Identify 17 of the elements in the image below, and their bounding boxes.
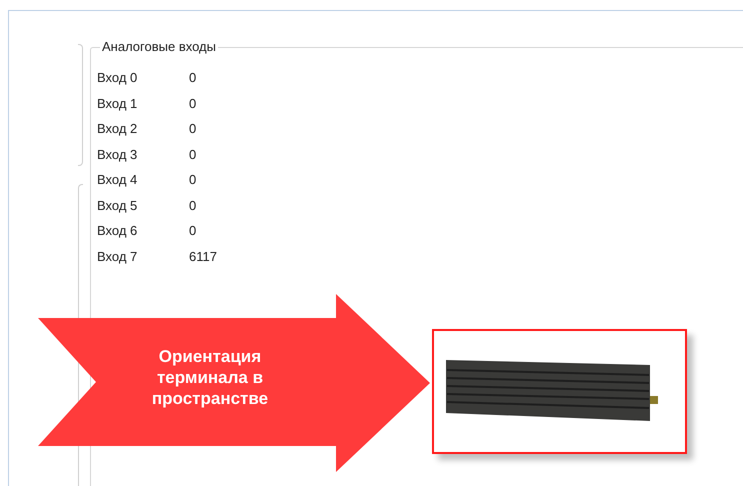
input-value: 0 (189, 69, 196, 87)
input-label: Вход 2 (97, 120, 138, 138)
input-value: 0 (189, 222, 196, 240)
callout-text: Ориентация терминала в пространстве (150, 346, 270, 409)
input-value: 6117 (189, 248, 217, 266)
input-value: 0 (189, 94, 196, 112)
input-value: 0 (189, 171, 196, 189)
input-label: Вход 5 (97, 196, 138, 215)
input-label: Вход 0 (97, 69, 138, 87)
input-value: 0 (189, 120, 196, 138)
input-value: 0 (189, 196, 196, 214)
input-label: Вход 4 (97, 171, 138, 189)
input-label: Вход 7 (97, 248, 138, 266)
input-label: Вход 1 (97, 94, 138, 113)
input-value: 0 (189, 146, 196, 164)
input-label: Вход 3 (97, 146, 138, 164)
input-label: Вход 6 (97, 222, 138, 240)
